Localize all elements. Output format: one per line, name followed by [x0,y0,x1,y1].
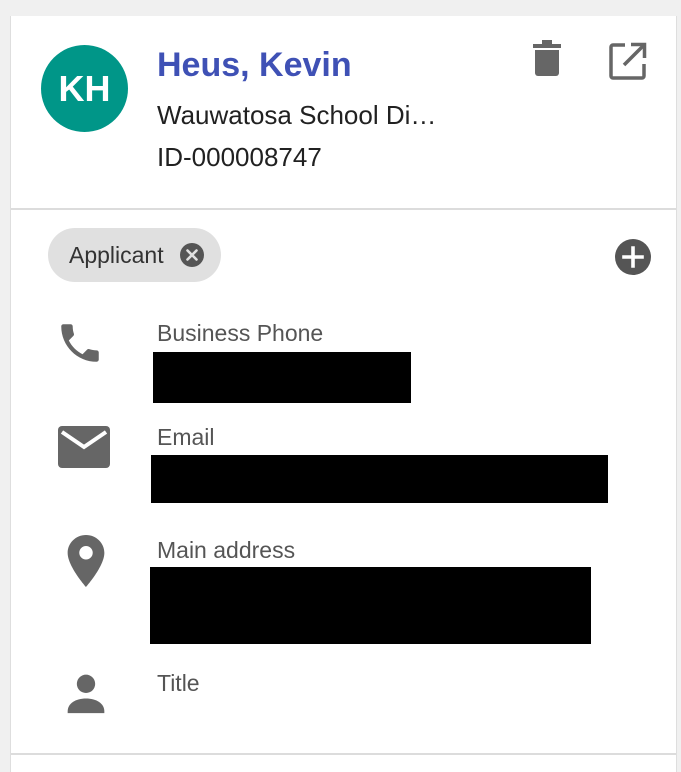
business-phone-value[interactable] [153,352,411,403]
contact-header: KH Heus, Kevin Wauwatosa School Di… ID-0… [11,16,676,210]
remove-tag-button[interactable] [179,242,205,268]
avatar: KH [41,45,128,132]
phone-icon [53,316,107,370]
email-icon [55,418,113,476]
tag-chip-applicant: Applicant [48,228,221,282]
tag-chip-label: Applicant [69,241,164,268]
business-phone-label: Business Phone [157,320,324,346]
main-address-value[interactable] [150,567,591,644]
contact-name-link[interactable]: Heus, Kevin [157,46,352,85]
email-label: Email [157,424,215,450]
main-address-label: Main address [157,537,296,563]
person-icon [59,666,113,720]
contact-card: KH Heus, Kevin Wauwatosa School Di… ID-0… [10,16,677,772]
close-circle-icon [180,243,204,267]
open-in-new-icon [609,42,647,80]
title-label: Title [157,670,200,696]
add-tag-button[interactable] [614,238,652,276]
record-id: ID-000008747 [157,142,322,172]
email-value[interactable] [151,455,608,503]
delete-button[interactable] [527,38,567,78]
open-record-button[interactable] [607,40,649,82]
avatar-initials: KH [58,67,111,109]
trash-icon [533,40,561,76]
divider [11,753,676,755]
add-circle-icon [615,239,651,275]
organization-name: Wauwatosa School Di… [157,100,437,130]
location-pin-icon [61,531,111,591]
